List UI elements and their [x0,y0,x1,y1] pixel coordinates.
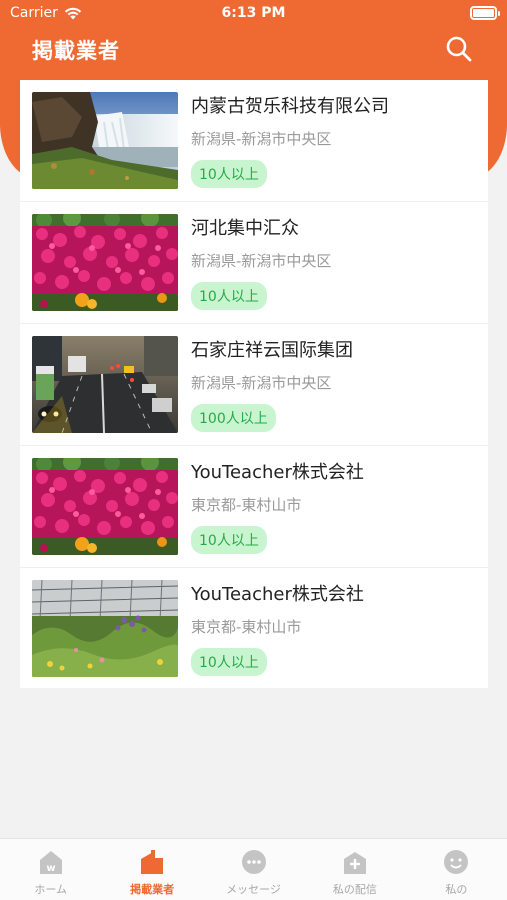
company-thumbnail [32,336,178,433]
tab-label: 掲載業者 [130,883,175,896]
company-name: 内蒙古贺乐科技有限公司 [191,96,389,117]
employee-count-badge: 10人以上 [191,160,267,188]
company-name: 河北集中汇众 [191,218,299,239]
company-location: 新潟県-新潟市中央区 [191,130,332,148]
company-location: 新潟県-新潟市中央区 [191,252,332,270]
employee-count-badge: 10人以上 [191,648,267,676]
page-title: 掲載業者 [32,39,120,63]
company-list-item[interactable]: 河北集中汇众 新潟県-新潟市中央区 10人以上 [20,202,488,324]
tab-label: メッセージ [226,883,281,896]
tab-label: 私の配信 [332,883,377,896]
status-bar: Carrier 6:13 PM [0,0,507,28]
search-icon[interactable] [445,35,473,63]
profile-icon [444,850,469,874]
battery-icon [470,6,500,20]
wildflowers-image [32,580,178,677]
waterfall-image [32,92,178,189]
pink-flowers-image [32,214,178,311]
company-thumbnail [32,458,178,555]
company-thumbnail [32,92,178,189]
company-list-item[interactable]: 内蒙古贺乐科技有限公司 新潟県-新潟市中央区 10人以上 [20,80,488,202]
employee-count-badge: 10人以上 [191,282,267,310]
message-icon [241,850,266,874]
pink-flowers-image [32,458,178,555]
company-list-item[interactable]: YouTeacher株式会社 東京都-東村山市 10人以上 [20,568,488,688]
company-thumbnail [32,580,178,677]
company-name: YouTeacher株式会社 [191,584,364,605]
tab-companies[interactable]: 掲載業者 [101,839,202,900]
city-traffic-image [32,336,178,433]
employee-count-badge: 10人以上 [191,526,267,554]
tab-home[interactable]: w ホーム [0,839,101,900]
svg-text:w: w [46,863,55,874]
company-list-item[interactable]: 石家庄祥云国际集团 新潟県-新潟市中央区 100人以上 [20,324,488,446]
company-list: 内蒙古贺乐科技有限公司 新潟県-新潟市中央区 10人以上 河北集中汇众 新潟県-… [20,80,488,688]
tab-bar: w ホーム 掲載業者 メッセージ 私の配信 私の [0,838,507,900]
company-location: 東京都-東村山市 [191,618,302,636]
company-thumbnail [32,214,178,311]
tab-distribution[interactable]: 私の配信 [304,839,405,900]
employee-count-badge: 100人以上 [191,404,276,432]
tab-label: ホーム [34,883,68,896]
company-icon [141,850,164,874]
tab-messages[interactable]: メッセージ [203,839,304,900]
app-screen: Carrier 6:13 PM 掲載業者 内蒙古贺乐科技有限公司 新潟県-新潟市… [0,0,507,900]
company-name: 石家庄祥云国际集团 [191,340,353,361]
company-location: 新潟県-新潟市中央区 [191,374,332,392]
home-icon: w [39,851,62,874]
status-time: 6:13 PM [221,5,286,21]
tab-profile[interactable]: 私の [406,839,507,900]
distribution-icon [343,852,366,874]
tab-label: 私の [445,883,468,896]
company-location: 東京都-東村山市 [191,496,302,514]
company-name: YouTeacher株式会社 [191,462,364,483]
company-list-item[interactable]: YouTeacher株式会社 東京都-東村山市 10人以上 [20,446,488,568]
